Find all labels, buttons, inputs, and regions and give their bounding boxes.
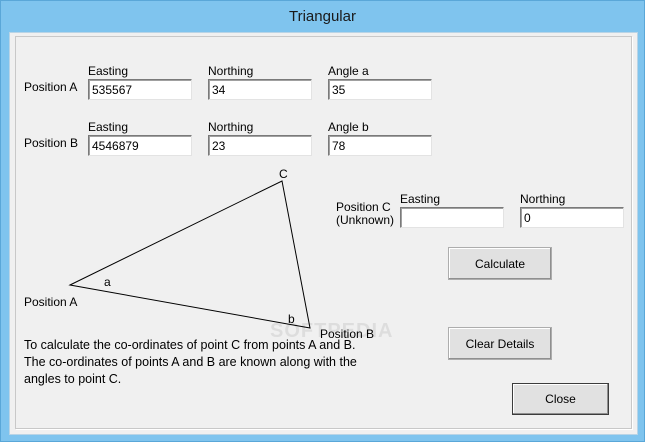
vertex-a-label: Position A xyxy=(24,295,78,309)
triangle-shape xyxy=(68,180,311,329)
calculate-button[interactable]: Calculate xyxy=(448,247,552,280)
close-button[interactable]: Close xyxy=(512,383,609,415)
vertex-c-label: C xyxy=(279,167,288,181)
softpedia-watermark: SOFTPEDIA xyxy=(270,320,394,342)
angle-a-label: a xyxy=(104,275,111,289)
instructions-text: To calculate the co-ordinates of point C… xyxy=(24,338,357,386)
clear-details-button[interactable]: Clear Details xyxy=(448,327,552,360)
